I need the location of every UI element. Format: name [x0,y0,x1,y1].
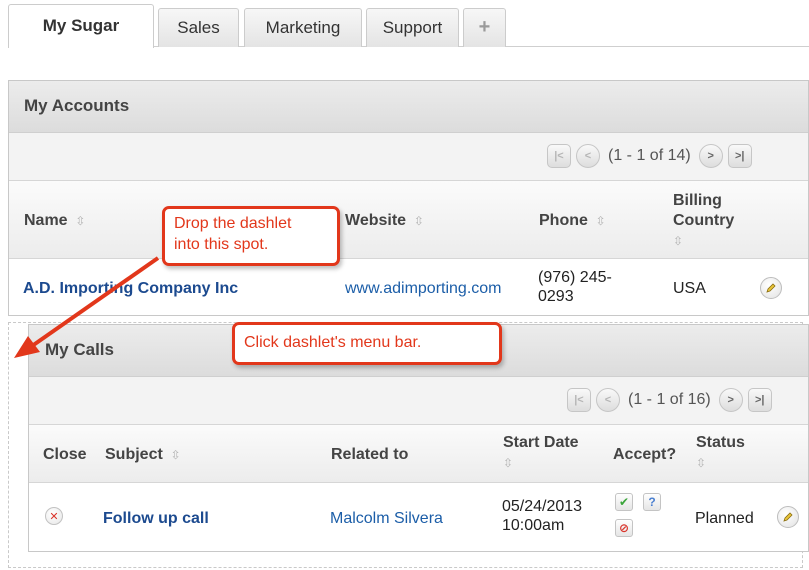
click-hint-callout: Click dashlet's menu bar. [232,322,502,365]
arrow-icon [14,256,160,358]
callout-line: into this spot. [174,236,269,253]
callout-line: Drop the dashlet [174,215,292,232]
callout-text: Click dashlet's menu bar. [244,334,422,351]
drop-hint-callout: Drop the dashlet into this spot. [162,206,340,266]
